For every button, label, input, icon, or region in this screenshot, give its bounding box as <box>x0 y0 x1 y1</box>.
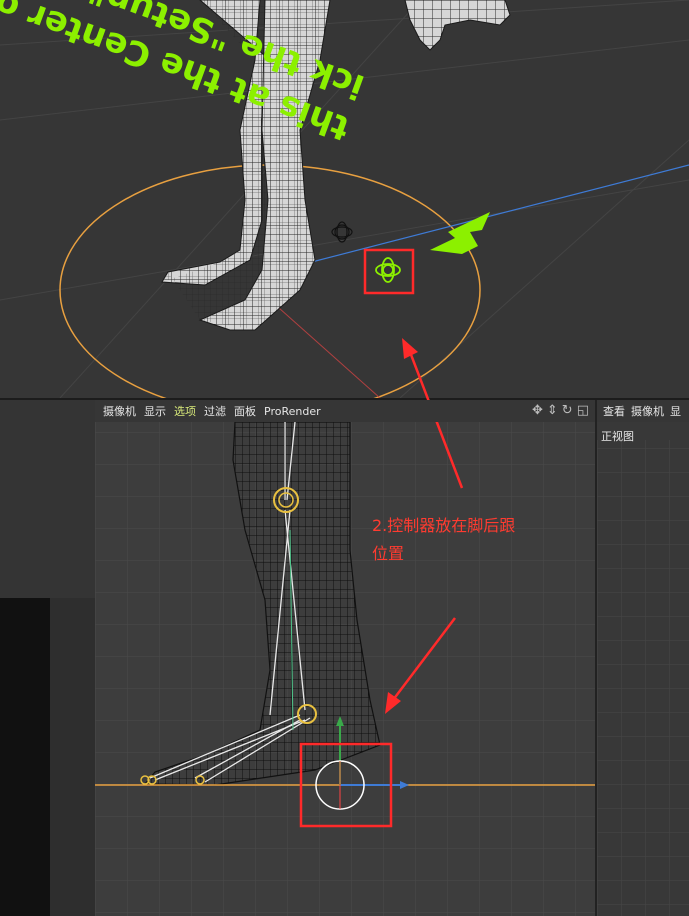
menu-camera-right[interactable]: 摄像机 <box>631 403 664 419</box>
green-arrow-icon <box>430 212 490 254</box>
annotation-line-2: 位置 <box>372 544 405 563</box>
annotation-line-1: 2.控制器放在脚后跟 <box>372 516 516 535</box>
perspective-viewport[interactable]: this at the Center o ick the "Setup" ico… <box>0 0 689 398</box>
menu-options[interactable]: 选项 <box>174 403 196 419</box>
rotate-icon[interactable]: ⇕ <box>547 403 558 418</box>
hand-mesh <box>404 0 511 51</box>
viewport-nav-icons: ✥ ⇕ ↻ ◱ <box>532 403 589 418</box>
viewport-menu-bar: 摄像机 显示 选项 过滤 面板 ProRender ✥ ⇕ ↻ ◱ <box>95 400 595 422</box>
left-dark-area <box>0 598 50 916</box>
maximize-icon[interactable]: ◱ <box>577 403 589 418</box>
menu-display-right[interactable]: 显 <box>670 403 681 419</box>
annotation-text: 2.控制器放在脚后跟 位置 <box>372 512 532 568</box>
menu-camera[interactable]: 摄像机 <box>103 403 136 419</box>
front-view-label: 正视图 <box>601 430 634 443</box>
refresh-icon[interactable]: ↻ <box>562 403 573 418</box>
move-icon[interactable]: ✥ <box>532 403 543 418</box>
menu-view[interactable]: 查看 <box>603 403 625 419</box>
front-viewport[interactable]: 查看 摄像机 显 正视图 <box>595 400 689 916</box>
side-viewport[interactable] <box>95 400 595 916</box>
setup-highlight-box <box>363 248 415 295</box>
side-scene <box>95 400 595 916</box>
menu-filter[interactable]: 过滤 <box>204 403 226 419</box>
left-panel <box>0 400 96 598</box>
left-strip <box>50 598 95 916</box>
menu-prorender[interactable]: ProRender <box>264 405 321 418</box>
front-grid <box>597 440 689 916</box>
front-viewport-menu: 查看 摄像机 显 <box>597 400 689 422</box>
setup-icon <box>375 257 401 283</box>
menu-display[interactable]: 显示 <box>144 403 166 419</box>
menu-panel[interactable]: 面板 <box>234 403 256 419</box>
